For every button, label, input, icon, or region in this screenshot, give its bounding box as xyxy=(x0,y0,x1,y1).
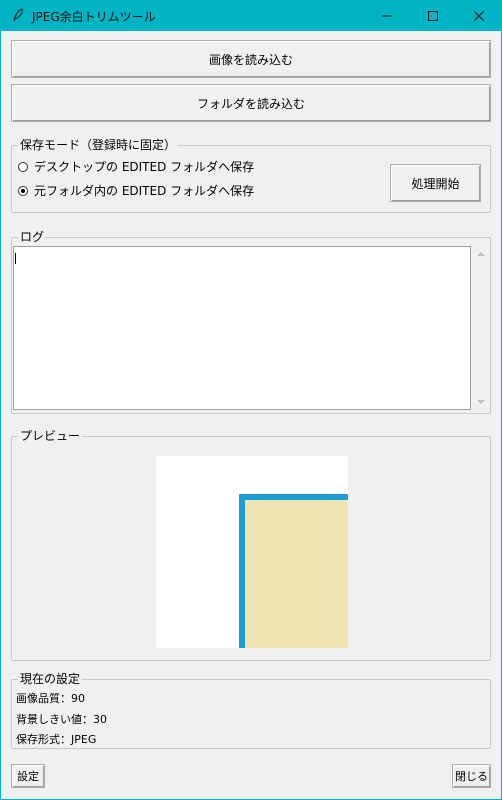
close-dialog-button[interactable]: 閉じる xyxy=(452,764,491,788)
radio-button[interactable] xyxy=(18,185,28,196)
settings-button[interactable]: 設定 xyxy=(11,764,45,788)
quality-value: 画像品質：90 xyxy=(16,692,85,705)
preview-legend: プレビュー xyxy=(18,429,83,443)
scroll-down-arrow-icon[interactable] xyxy=(473,394,489,410)
option-label: 元フォルダ内の EDITED フォルダへ保存 xyxy=(34,184,255,198)
process-button[interactable]: 処理開始 xyxy=(390,164,481,202)
maximize-button[interactable] xyxy=(410,0,456,31)
preview-group: プレビュー xyxy=(11,429,491,661)
app-window: JPEG余白トリムツール 画像を読み込む フォルダを読み込む 保存モード（登録時… xyxy=(0,0,502,800)
minimize-button[interactable] xyxy=(364,0,410,31)
maximize-icon xyxy=(428,10,438,21)
log-textarea[interactable] xyxy=(13,246,471,410)
client-area: 画像を読み込む フォルダを読み込む 保存モード（登録時に固定） デスクトップの … xyxy=(1,31,501,799)
log-group: ログ xyxy=(11,230,491,414)
save-mode-legend: 保存モード（登録時に固定） xyxy=(18,138,179,152)
save-mode-group: 保存モード（登録時に固定） デスクトップの EDITED フォルダへ保存 元フォ… xyxy=(11,138,491,213)
format-value: 保存形式：JPEG xyxy=(16,733,97,746)
radio-button[interactable] xyxy=(18,161,28,172)
scroll-up-arrow-icon[interactable] xyxy=(473,246,489,262)
save-mode-option-desktop[interactable]: デスクトップの EDITED フォルダへ保存 xyxy=(18,158,254,175)
text-caret xyxy=(15,253,16,264)
minimize-icon xyxy=(382,15,392,16)
title-bar[interactable]: JPEG余白トリムツール xyxy=(0,0,502,31)
log-scrollbar[interactable] xyxy=(473,246,489,410)
preview-image xyxy=(156,456,348,648)
log-legend: ログ xyxy=(18,230,47,244)
close-button[interactable] xyxy=(456,0,502,31)
option-label: デスクトップの EDITED フォルダへ保存 xyxy=(34,160,255,174)
threshold-value: 背景しきい値：30 xyxy=(16,713,107,726)
feather-icon xyxy=(13,8,23,22)
load-image-button[interactable]: 画像を読み込む xyxy=(11,40,491,78)
window-title: JPEG余白トリムツール xyxy=(32,10,156,24)
current-settings-group: 現在の設定 画像品質：90 背景しきい値：30 保存形式：JPEG xyxy=(11,672,491,749)
close-icon xyxy=(474,10,484,21)
current-settings-legend: 現在の設定 xyxy=(18,672,83,686)
load-folder-button[interactable]: フォルダを読み込む xyxy=(11,84,491,122)
save-mode-option-source[interactable]: 元フォルダ内の EDITED フォルダへ保存 xyxy=(18,182,254,199)
